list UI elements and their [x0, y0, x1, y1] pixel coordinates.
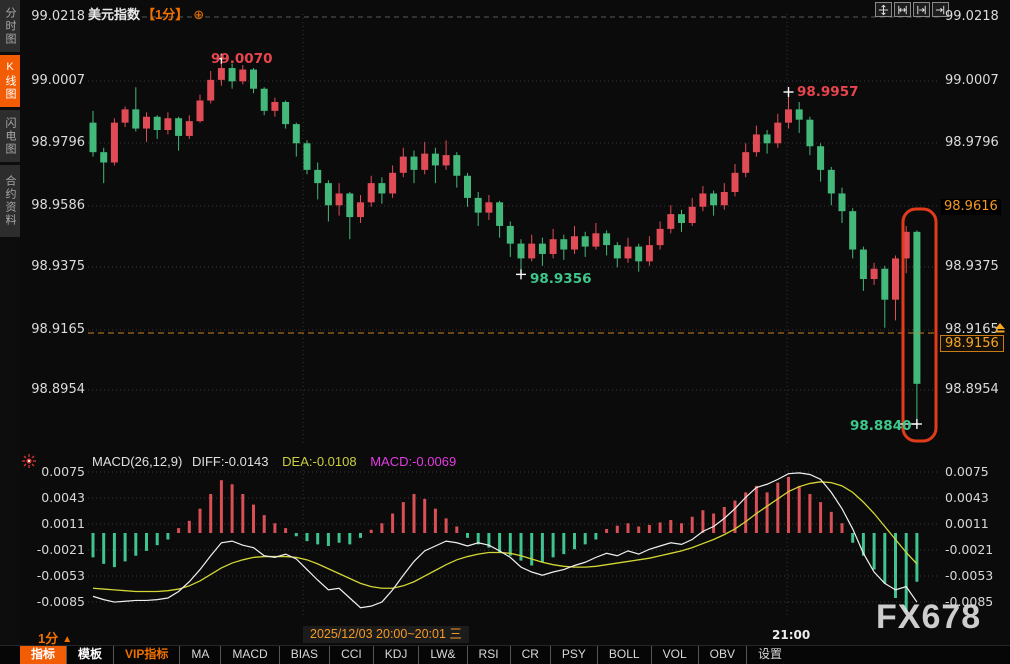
indicator-settings-icon[interactable] [21, 453, 37, 469]
macd-axis-right-label: -0.0053 [945, 568, 993, 583]
macd-axis-left-label: 0.0043 [28, 490, 85, 505]
chart-tool-buttons [875, 2, 949, 17]
price-axis-right-label: 99.0218 [945, 9, 999, 25]
watermark: FX678 [876, 598, 981, 637]
macd-dea-value: DEA:-0.0108 [282, 454, 356, 469]
macd-macd-value: MACD:-0.0069 [370, 454, 456, 469]
zoom-out-horizontal-icon[interactable] [913, 2, 930, 17]
period-label: 【1分】 [142, 7, 188, 22]
toolbar-spacer [0, 646, 20, 664]
tab-obv[interactable]: OBV [698, 646, 746, 664]
instrument-name: 美元指数 [88, 7, 140, 22]
tab-lw[interactable]: LW& [418, 646, 466, 664]
price-alert-arrow-icon[interactable] [994, 323, 1006, 334]
price-axis-right-label: 98.9796 [945, 135, 999, 151]
tab-template[interactable]: 模板 [66, 646, 113, 664]
price-axis-left-label: 98.9586 [30, 198, 85, 214]
tab-vip-indicator[interactable]: VIP指标 [113, 646, 179, 664]
macd-axis-right-label: -0.0021 [945, 542, 993, 557]
macd-axis-right-label: 0.0011 [945, 516, 989, 531]
tab-bias[interactable]: BIAS [279, 646, 329, 664]
price-axis-left-label: 98.8954 [30, 382, 85, 398]
macd-axis-right-label: 0.0075 [945, 464, 989, 479]
tab-indicator[interactable]: 指标 [20, 646, 66, 664]
indicator-toolbar: 指标模板VIP指标MAMACDBIASCCIKDJLW&RSICRPSYBOLL… [0, 645, 1010, 664]
tab-kdj[interactable]: KDJ [373, 646, 419, 664]
tab-ma[interactable]: MA [179, 646, 220, 664]
zoom-in-horizontal-icon[interactable] [894, 2, 911, 17]
crosshair-time-tooltip: 2025/12/03 20:00~20:01 三 [303, 626, 469, 643]
sidebar: 分时图 K线图闪电图合约资料 [0, 0, 20, 663]
tab-boll[interactable]: BOLL [597, 646, 651, 664]
price-axis-right-label: 98.8954 [945, 382, 999, 398]
tab-macd[interactable]: MACD [220, 646, 278, 664]
price-axis-left-label: 99.0007 [30, 73, 85, 89]
tab-cci[interactable]: CCI [329, 646, 373, 664]
macd-axis-left-label: 0.0011 [28, 516, 85, 531]
price-axis-left-label: 98.9796 [30, 135, 85, 151]
tab-cr[interactable]: CR [510, 646, 550, 664]
macd-axis-right-label: 0.0043 [945, 490, 989, 505]
macd-diff-value: DIFF:-0.0143 [192, 454, 269, 469]
tab-psy[interactable]: PSY [550, 646, 597, 664]
price-axis-left-label: 98.9165 [30, 322, 85, 338]
price-axis-left-label: 99.0218 [30, 9, 85, 25]
macd-axis-left-label: -0.0021 [28, 542, 85, 557]
price-axis-right-label: 98.9375 [945, 259, 999, 275]
macd-axis-left-label: -0.0053 [28, 568, 85, 583]
tab-rsi[interactable]: RSI [467, 646, 510, 664]
sidebar-item-contract-info[interactable]: 合约资料 [0, 165, 20, 237]
timeframe-dropdown-icon: ▲ [62, 634, 72, 645]
session-price-marker: 98.9616 [941, 199, 1001, 215]
macd-indicator-header[interactable]: MACD(26,12,9) DIFF:-0.0143 DEA:-0.0108 M… [92, 454, 456, 469]
tab-settings[interactable]: 设置 [746, 646, 793, 664]
macd-axis-left-label: -0.0085 [28, 594, 85, 609]
crosshair-move-icon[interactable] [875, 2, 892, 17]
annotation-high-1: 99.0070 [211, 51, 273, 67]
chart-title: 美元指数【1分】 ⊕ [88, 4, 204, 23]
annotation-low-1: 98.9356 [530, 271, 592, 287]
chart-canvas[interactable] [0, 0, 1010, 663]
price-axis-left-label: 98.9375 [30, 259, 85, 275]
add-indicator-icon[interactable]: ⊕ [193, 7, 204, 22]
macd-params: MACD(26,12,9) [92, 454, 182, 469]
time-axis-tick: 21:00 [772, 628, 810, 642]
price-axis-right-label: 99.0007 [945, 73, 999, 89]
tab-vol[interactable]: VOL [651, 646, 698, 664]
annotation-low-2: 98.8840 [850, 418, 912, 434]
sidebar-item-time-chart[interactable]: 分时图 [0, 0, 20, 52]
annotation-high-2: 98.9957 [797, 84, 859, 100]
sidebar-item-flash-chart[interactable]: 闪电图 [0, 110, 20, 162]
sidebar-item-kline-chart[interactable]: K线图 [0, 55, 20, 107]
timeframe-text: 1分 [38, 631, 58, 646]
current-price-box: 98.9156 [940, 335, 1004, 352]
